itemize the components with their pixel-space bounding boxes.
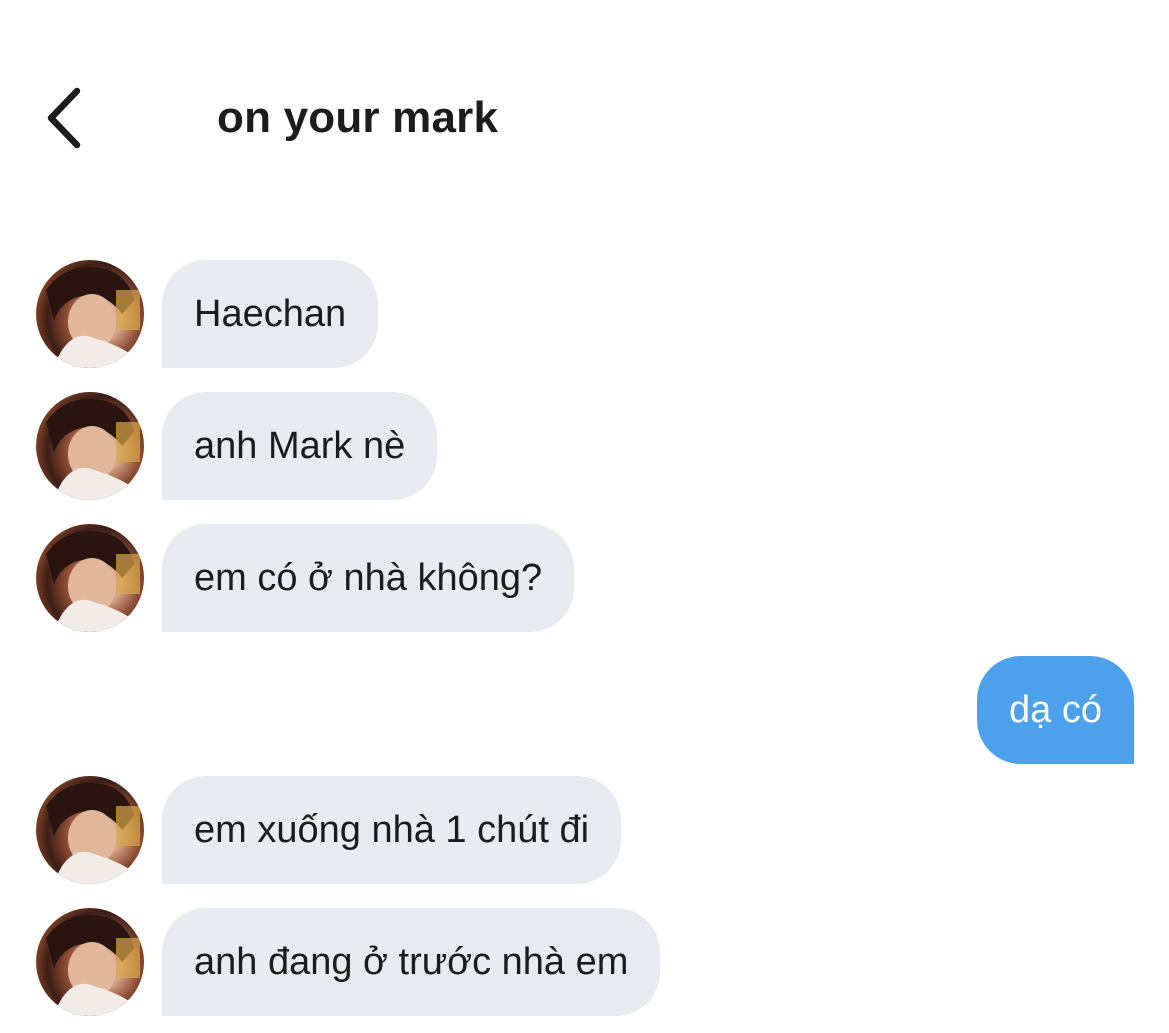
avatar[interactable] (36, 260, 144, 368)
message-row: anh Mark nè (0, 392, 1169, 500)
message-list: Haechan anh Mark nè em có ở nhà không? d… (0, 0, 1169, 1033)
message-bubble[interactable]: em có ở nhà không? (162, 524, 575, 632)
message-row: dạ có (0, 656, 1169, 764)
avatar[interactable] (36, 524, 144, 632)
message-bubble[interactable]: anh Mark nè (162, 392, 438, 500)
message-row: em có ở nhà không? (0, 524, 1169, 632)
message-row: Haechan (0, 260, 1169, 368)
avatar[interactable] (36, 908, 144, 1016)
message-row: anh đang ở trước nhà em (0, 908, 1169, 1016)
avatar[interactable] (36, 392, 144, 500)
avatar[interactable] (36, 776, 144, 884)
message-bubble[interactable]: anh đang ở trước nhà em (162, 908, 661, 1016)
message-bubble[interactable]: Haechan (162, 260, 379, 368)
message-bubble-outgoing[interactable]: dạ có (977, 656, 1134, 764)
message-row: em xuống nhà 1 chút đi (0, 776, 1169, 884)
message-bubble[interactable]: em xuống nhà 1 chút đi (162, 776, 622, 884)
